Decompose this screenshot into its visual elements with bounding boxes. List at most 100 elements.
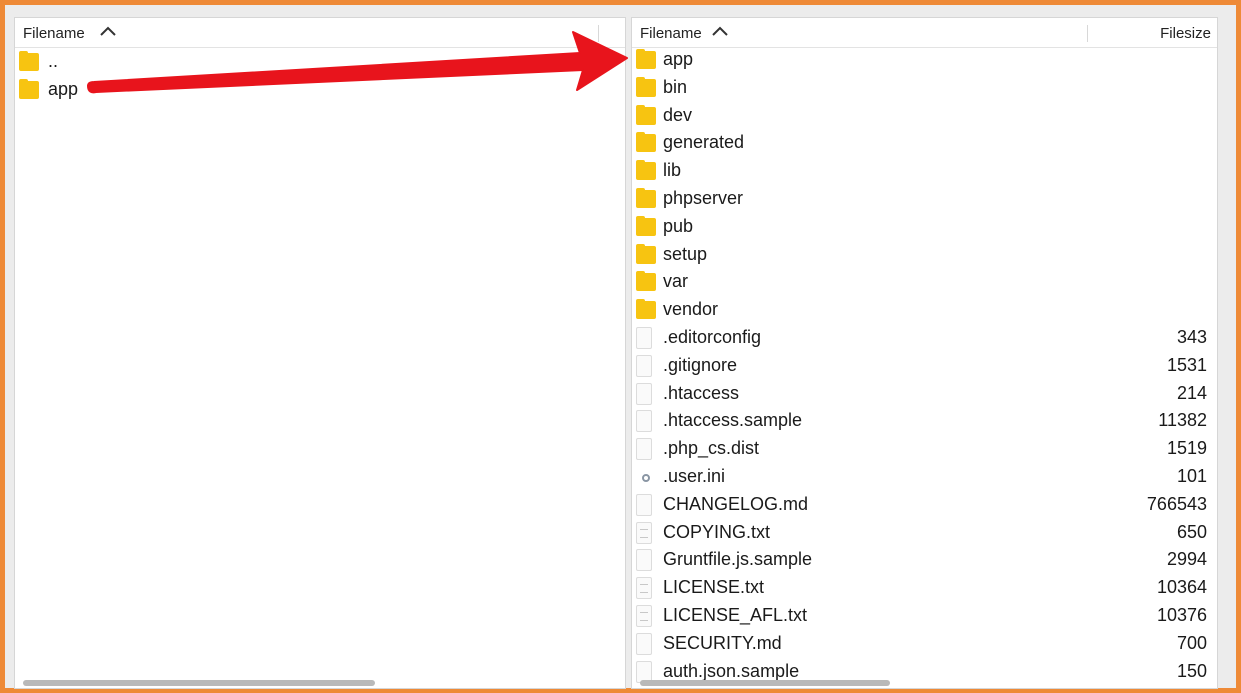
file-name: .htaccess (663, 382, 740, 403)
file-name: setup (663, 243, 708, 264)
filename-column-header[interactable]: Filename (23, 25, 85, 42)
file-name: lib (663, 160, 682, 181)
folder-icon (636, 187, 656, 208)
file-name: LICENSE.txt (663, 577, 765, 598)
file-name: .. (48, 51, 59, 71)
folder-icon (636, 243, 656, 264)
column-divider[interactable] (1087, 25, 1088, 42)
file-row[interactable]: generated (632, 129, 1217, 157)
file-size: 1519 (1166, 438, 1207, 459)
file-row[interactable]: .user.ini 101 (632, 463, 1217, 491)
file-name: bin (663, 76, 688, 97)
file-name: .user.ini (663, 465, 726, 486)
file-row[interactable]: .htaccess.sample 11382 (632, 407, 1217, 435)
file-row[interactable]: .gitignore 1531 (632, 352, 1217, 380)
file-name: .php_cs.dist (663, 438, 760, 459)
file-name: pub (663, 215, 694, 236)
remote-file-pane[interactable]: Filename Filesize app bin dev generated lib p… (631, 17, 1218, 689)
file-row[interactable]: lib (632, 157, 1217, 185)
file-name: dev (663, 104, 693, 125)
file-size: 700 (1176, 632, 1207, 653)
file-size: 343 (1176, 326, 1207, 347)
folder-icon (636, 215, 656, 236)
file-row[interactable]: app (632, 46, 1217, 74)
file-size: 1531 (1166, 354, 1207, 375)
file-row[interactable]: .editorconfig 343 (632, 324, 1217, 352)
folder-icon (636, 299, 656, 320)
file-row[interactable]: vendor (632, 296, 1217, 324)
folder-icon (636, 76, 656, 97)
right-horizontal-scrollbar[interactable] (640, 680, 890, 686)
left-file-list: .. app (15, 48, 625, 104)
folder-icon (19, 51, 39, 71)
local-file-pane[interactable]: Filename .. app (14, 17, 626, 689)
file-row[interactable]: bin (632, 74, 1217, 102)
file-row[interactable]: app (15, 76, 625, 104)
file-icon (636, 549, 652, 572)
left-list-header: Filename (15, 18, 625, 48)
file-size: 101 (1176, 465, 1207, 486)
folder-icon (636, 49, 656, 69)
file-name: SECURITY.md (663, 632, 782, 653)
file-row[interactable]: dev (632, 102, 1217, 130)
file-icon (636, 632, 652, 655)
file-name: .gitignore (663, 354, 738, 375)
file-size: 10364 (1156, 577, 1207, 598)
folder-icon (636, 160, 656, 181)
file-row[interactable]: LICENSE_AFL.txt 10376 (632, 602, 1217, 630)
file-size: 214 (1176, 382, 1207, 403)
file-name: app (48, 78, 79, 99)
file-icon (636, 382, 652, 405)
gear-icon (642, 473, 650, 482)
file-icon (636, 326, 652, 349)
folder-icon (636, 104, 656, 125)
file-name: LICENSE_AFL.txt (663, 604, 808, 625)
chevron-up-icon[interactable] (709, 22, 731, 40)
folder-icon (19, 78, 39, 99)
folder-icon (636, 132, 656, 153)
file-row[interactable]: .php_cs.dist 1519 (632, 435, 1217, 463)
text-file-icon (636, 604, 652, 627)
filename-column-header[interactable]: Filename (640, 25, 702, 42)
file-name: var (663, 271, 689, 292)
right-file-list: app bin dev generated lib phpserver pub setup va… (632, 46, 1217, 685)
file-name: .editorconfig (663, 326, 762, 347)
file-icon (636, 410, 652, 433)
file-name: CHANGELOG.md (663, 493, 809, 514)
file-name: vendor (663, 299, 719, 320)
file-row[interactable]: setup (632, 241, 1217, 269)
file-name: COPYING.txt (663, 521, 771, 542)
file-size: 10376 (1156, 604, 1207, 625)
file-name: generated (663, 132, 745, 153)
file-name: .htaccess.sample (663, 410, 803, 431)
file-row[interactable]: COPYING.txt 650 (632, 519, 1217, 547)
file-size: 150 (1176, 660, 1207, 681)
filesize-column-header[interactable]: Filesize (1160, 25, 1211, 42)
folder-icon (636, 271, 656, 292)
file-icon (636, 438, 652, 461)
chevron-up-icon[interactable] (97, 22, 119, 40)
file-row[interactable]: SECURITY.md 700 (632, 630, 1217, 658)
text-file-icon (636, 577, 652, 600)
file-row[interactable]: var (632, 268, 1217, 296)
file-name: app (663, 49, 694, 69)
file-icon (636, 354, 652, 377)
file-name: Gruntfile.js.sample (663, 549, 813, 570)
file-row[interactable]: CHANGELOG.md 766543 (632, 491, 1217, 519)
left-horizontal-scrollbar[interactable] (23, 680, 375, 686)
file-size: 11382 (1158, 410, 1207, 431)
file-name: phpserver (663, 187, 744, 208)
file-size: 766543 (1146, 493, 1207, 514)
file-row[interactable]: pub (632, 213, 1217, 241)
file-size: 2994 (1166, 549, 1207, 570)
file-row[interactable]: .. (15, 48, 625, 76)
right-list-header: Filename Filesize (632, 18, 1217, 48)
file-row[interactable]: .htaccess 214 (632, 380, 1217, 408)
file-icon (636, 493, 652, 516)
file-row[interactable]: Gruntfile.js.sample 2994 (632, 546, 1217, 574)
text-file-icon (636, 521, 652, 544)
file-row[interactable]: phpserver (632, 185, 1217, 213)
file-row[interactable]: LICENSE.txt 10364 (632, 574, 1217, 602)
file-size: 650 (1176, 521, 1207, 542)
column-divider[interactable] (598, 25, 599, 42)
